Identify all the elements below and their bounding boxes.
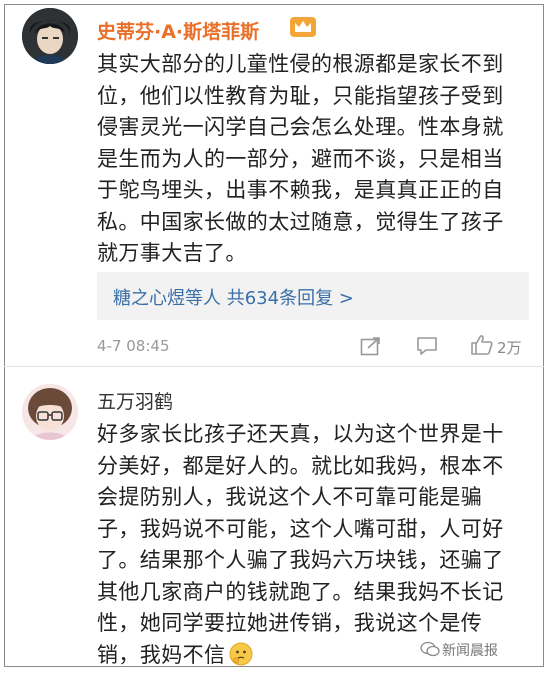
divider — [4, 366, 544, 367]
comment-line: 于鸵鸟埋头，出事不赖我，是真真正正的自 — [97, 178, 504, 202]
comment-line: 其实大部分的儿童性侵的根源都是家长不到 — [97, 52, 504, 76]
comment-body: 其实大部分的儿童性侵的根源都是家长不到 位，他们以性教育为耻，只能指望孩子受到 … — [97, 49, 527, 270]
avatar[interactable] — [22, 8, 78, 64]
thinking-face-emoji — [229, 642, 253, 666]
comment-line: 好多家长比孩子还天真，以为这个世界是十 — [97, 422, 504, 446]
source-watermark: 新闻晨报 — [442, 643, 498, 659]
comment-line: 子，我妈说不可能，这个人嘴可甜，人可好 — [97, 516, 504, 541]
comment-line: 性，她同学要拉她进传销，我说这个是传 — [97, 611, 483, 635]
avatar[interactable] — [22, 384, 78, 440]
comment-line: 位，他们以性教育为耻，只能指望孩子受到 — [97, 83, 504, 108]
thumbs-up-icon[interactable] — [470, 334, 494, 360]
comment-timestamp: 4-7 08:45 — [97, 337, 170, 355]
comment-line: 了。结果那个人骗了我妈六万块钱，还骗了 — [97, 548, 504, 572]
share-icon[interactable] — [360, 336, 382, 360]
comment-icon[interactable] — [416, 336, 438, 360]
like-count: 2万 — [497, 339, 522, 357]
replier-name[interactable]: 糖之心煜 — [113, 288, 185, 309]
comment-line: 分美好，都是好人的。就比如我妈，根本不 — [97, 453, 504, 478]
comment-line: 私。中国家长做的太过随意，觉得生了孩子 — [97, 209, 504, 234]
comment-line: 是生而为人的一部分，避而不谈，只是相当 — [97, 146, 504, 171]
comment-line: 侵害灵光一闪学自己会怎么处理。性本身就 — [97, 115, 504, 139]
comment-line: 就万事大吉了。 — [97, 241, 247, 265]
username-vip[interactable]: 史蒂芬·A·斯塔菲斯 — [97, 17, 259, 44]
comment-line: 其他几家商户的钱就跑了。结果我妈不长记 — [97, 579, 504, 604]
replies-count[interactable]: 共634条回复 > — [227, 288, 354, 309]
comment-body: 好多家长比孩子还天真，以为这个世界是十 分美好，都是好人的。就比如我妈，根本不 … — [97, 419, 527, 671]
wechat-icon — [420, 641, 440, 657]
crown-badge-icon — [289, 15, 317, 39]
replies-link[interactable]: 糖之心煜等人 共634条回复 > — [113, 284, 354, 310]
comment-line: 会提防别人，我说这个人不可靠可能是骗 — [97, 485, 483, 509]
replies-summary[interactable]: 糖之心煜等人 共634条回复 > — [97, 272, 529, 320]
comment-last-line: 销，我妈不信 — [97, 642, 226, 667]
username[interactable]: 五万羽鹤 — [97, 387, 173, 414]
replies-middle-text: 等人 — [185, 288, 227, 309]
